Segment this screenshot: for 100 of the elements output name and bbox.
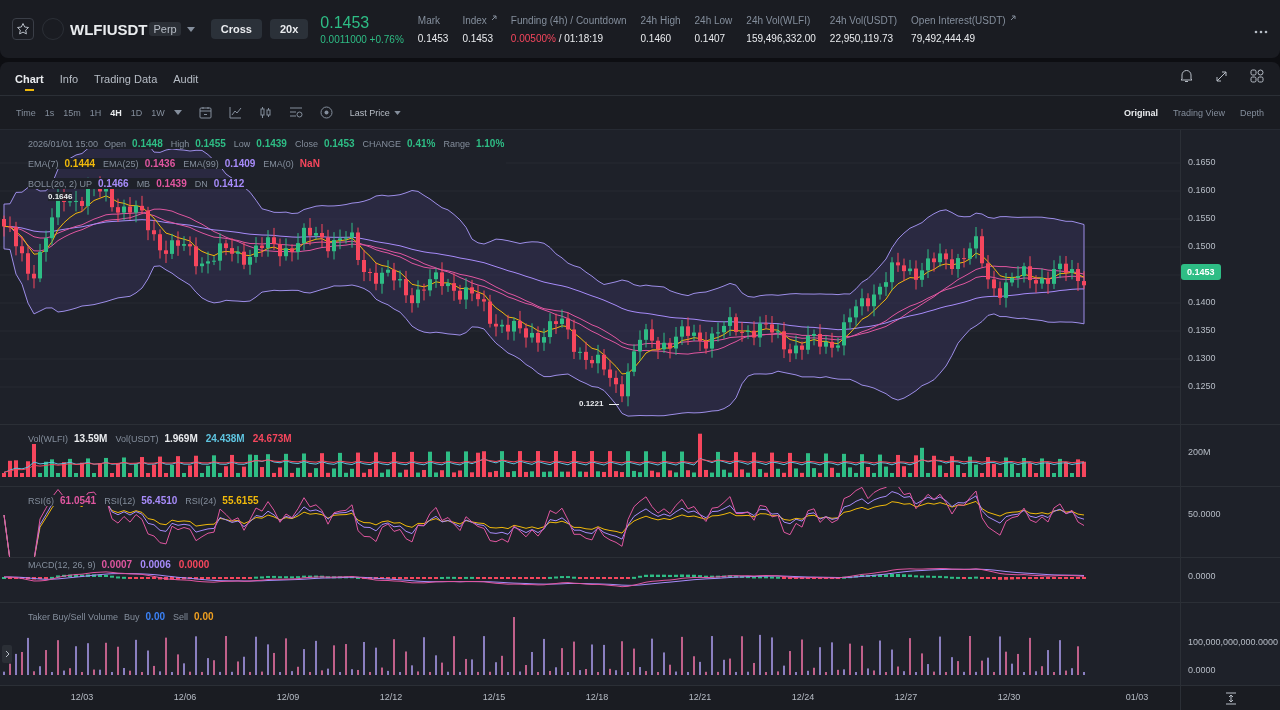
legend-label: Range xyxy=(443,139,470,149)
legend-label: Low xyxy=(233,139,251,149)
view-mode-tab[interactable]: Original xyxy=(1123,107,1158,118)
macd-histogram-bar xyxy=(182,577,186,580)
time-axis-label: 12/24 xyxy=(791,692,815,702)
macd-histogram-bar xyxy=(632,576,636,579)
indicator-settings-icon[interactable] xyxy=(288,106,303,119)
interval-button[interactable]: 1D xyxy=(130,107,143,118)
macd-histogram-bar xyxy=(878,574,882,577)
calendar-icon[interactable] xyxy=(198,106,212,119)
view-mode-tab[interactable]: Trading View xyxy=(1172,107,1225,118)
stat-label: 24h High xyxy=(640,14,681,26)
legend-value: 0.1466 xyxy=(98,178,129,189)
interval-button[interactable]: 1H xyxy=(89,107,102,118)
axis-label: 0.0000 xyxy=(1188,665,1217,675)
chart-tab[interactable]: Trading Data xyxy=(94,73,158,91)
stat-label: Mark xyxy=(417,14,442,26)
interval-button[interactable]: 1W xyxy=(151,107,165,118)
time-axis-label: 12/15 xyxy=(482,692,506,702)
legend-value: 0.1439 xyxy=(256,138,287,149)
macd-histogram-bar xyxy=(1010,577,1014,580)
price-type-dropdown[interactable]: Last Price xyxy=(349,107,401,118)
view-mode-tab[interactable]: Depth xyxy=(1239,107,1264,118)
price-axis-label: 0.1550 xyxy=(1188,213,1216,223)
macd-histogram-bar xyxy=(194,577,198,580)
time-axis-label: 12/09 xyxy=(276,692,300,702)
arrow-icon xyxy=(1009,14,1016,21)
legend-label: High xyxy=(170,139,190,149)
fit-height-icon[interactable] xyxy=(1224,691,1237,705)
macd-histogram-bar xyxy=(902,574,906,577)
caret-icon[interactable] xyxy=(173,110,182,115)
macd-histogram-bar xyxy=(104,574,108,577)
macd-histogram-bar xyxy=(650,574,654,577)
macd-histogram-bar xyxy=(92,574,96,577)
macd-histogram-bar xyxy=(770,576,774,579)
macd-histogram-bar xyxy=(662,574,666,577)
interval-button[interactable]: 1s xyxy=(44,107,55,118)
macd-histogram-bar xyxy=(62,574,66,577)
macd-histogram-bar xyxy=(446,576,450,579)
legend-value: 0.1439 xyxy=(156,178,187,189)
macd-histogram-bar xyxy=(932,575,936,578)
macd-histogram-bar xyxy=(158,577,162,580)
margin-mode-button[interactable]: Cross xyxy=(210,19,262,39)
caret-icon[interactable] xyxy=(186,26,195,32)
legend-value: 0.0000 xyxy=(178,559,210,570)
macd-histogram-bar xyxy=(86,574,90,577)
macd-histogram-bar xyxy=(260,576,264,579)
macd-histogram-bar xyxy=(734,575,738,578)
macd-histogram-bar xyxy=(296,576,300,579)
bell-icon[interactable] xyxy=(1180,69,1193,83)
interval-button[interactable]: 4H xyxy=(110,107,122,118)
chart-tab[interactable]: Chart xyxy=(15,73,44,91)
legend-value: 56.4510 xyxy=(141,495,178,506)
interval-button[interactable]: 15m xyxy=(63,107,81,118)
macd-histogram-bar xyxy=(176,577,180,580)
legend-value: 0.1412 xyxy=(213,178,245,189)
legend-value: NaN xyxy=(299,158,320,169)
time-axis-label: 12/12 xyxy=(379,692,403,702)
symbol-name[interactable]: WLFIUSDT xyxy=(70,20,148,38)
macd-histogram-bar xyxy=(956,576,960,579)
target-icon[interactable] xyxy=(319,106,333,119)
chart-tab[interactable]: Audit xyxy=(173,73,199,91)
leader-line xyxy=(609,404,619,405)
funding-countdown: 0.00500% / 01:18:19 xyxy=(510,32,605,44)
expand-icon[interactable] xyxy=(1215,70,1228,83)
macd-histogram-bar xyxy=(1004,577,1008,580)
macd-histogram-bar xyxy=(302,575,306,578)
macd-histogram-bar xyxy=(884,574,888,577)
macd-histogram-bar xyxy=(842,576,846,579)
stat-label: Index xyxy=(462,14,497,26)
candles-icon[interactable] xyxy=(258,106,272,119)
grid-layout-icon[interactable] xyxy=(1250,69,1264,83)
macd-histogram-bar xyxy=(944,576,948,579)
line-chart-icon[interactable] xyxy=(228,106,242,119)
time-axis-label: 12/27 xyxy=(894,692,918,702)
price-axis-label: 0.1600 xyxy=(1188,185,1216,195)
chart-tab[interactable]: Info xyxy=(59,73,79,91)
macd-histogram-bar xyxy=(926,575,930,578)
legend-value: 0.1453 xyxy=(323,138,355,149)
macd-histogram-bar xyxy=(692,574,696,577)
macd-histogram-bar xyxy=(740,575,744,578)
time-axis-label: 01/03 xyxy=(1125,692,1149,702)
macd-histogram-bar xyxy=(716,575,720,578)
macd-histogram-bar xyxy=(452,576,456,579)
macd-histogram-bar xyxy=(1016,577,1020,580)
legend-value: 13.59M xyxy=(74,433,108,444)
macd-histogram-bar xyxy=(914,575,918,578)
legend-value: 0.1409 xyxy=(224,158,256,169)
chevron-right-icon[interactable] xyxy=(2,645,12,663)
macd-histogram-bar xyxy=(170,577,174,580)
macd-histogram-bar xyxy=(872,574,876,577)
legend-value: 0.1444 xyxy=(64,158,96,169)
legend-label: Sell xyxy=(173,612,189,622)
time-axis-label: 12/30 xyxy=(997,692,1021,702)
legend-value: 0.1455 xyxy=(195,138,226,149)
time-axis-label: 12/21 xyxy=(688,692,712,702)
leverage-button[interactable]: 20x xyxy=(269,19,309,39)
macd-histogram-bar xyxy=(116,576,120,579)
macd-histogram-bar xyxy=(758,576,762,579)
price-change: 0.0011000 +0.76% xyxy=(320,33,404,45)
